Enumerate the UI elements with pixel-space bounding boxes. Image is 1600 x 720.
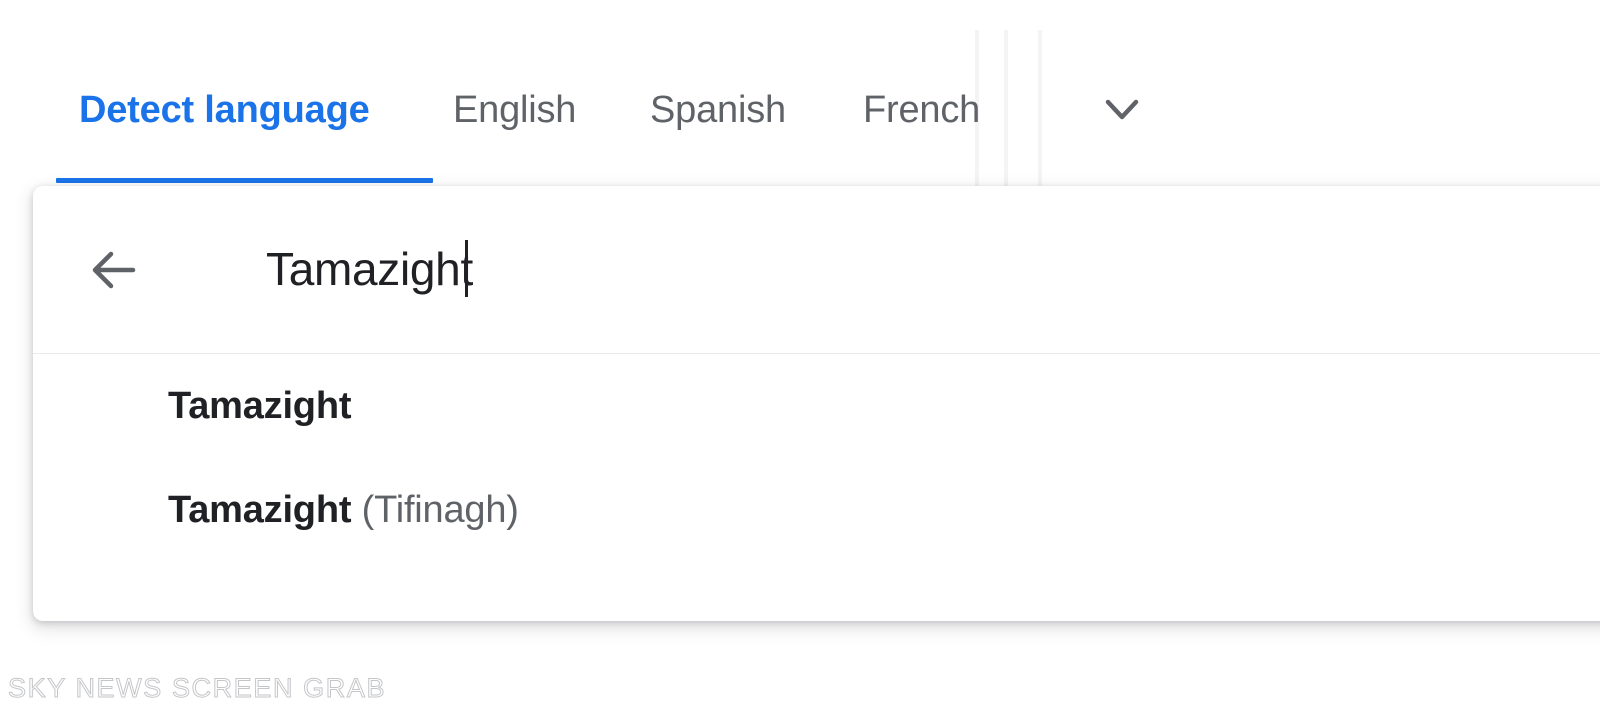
watermark-label: SKY NEWS SCREEN GRAB: [7, 673, 387, 704]
language-results-list: Tamazight Tamazight (Tifinagh): [33, 354, 1600, 562]
language-result-label: Tamazight: [168, 354, 351, 458]
language-result-name: Tamazight: [168, 385, 352, 427]
language-result-suffix: (Tifinagh): [351, 489, 519, 531]
language-tab-bar: Detect language English Spanish French: [0, 0, 1600, 190]
tab-detect-language[interactable]: Detect language: [79, 84, 370, 136]
chevron-down-icon[interactable]: [1092, 82, 1152, 138]
language-search-row: [33, 186, 1600, 353]
watermark-streak: [1038, 30, 1042, 190]
language-search-input[interactable]: [266, 230, 1366, 308]
language-result-label: Tamazight (Tifinagh): [168, 458, 519, 562]
tab-english[interactable]: English: [453, 84, 576, 136]
list-item[interactable]: Tamazight (Tifinagh): [33, 458, 1600, 562]
language-picker-panel: Tamazight Tamazight (Tifinagh): [33, 186, 1600, 621]
list-item[interactable]: Tamazight: [33, 354, 1600, 458]
tab-french[interactable]: French: [863, 84, 980, 136]
watermark-streak: [1004, 30, 1008, 190]
language-result-name: Tamazight: [168, 489, 352, 531]
active-tab-indicator: [56, 178, 433, 183]
text-cursor: [465, 240, 468, 297]
tab-spanish[interactable]: Spanish: [650, 84, 786, 136]
arrow-left-icon[interactable]: [85, 243, 143, 297]
